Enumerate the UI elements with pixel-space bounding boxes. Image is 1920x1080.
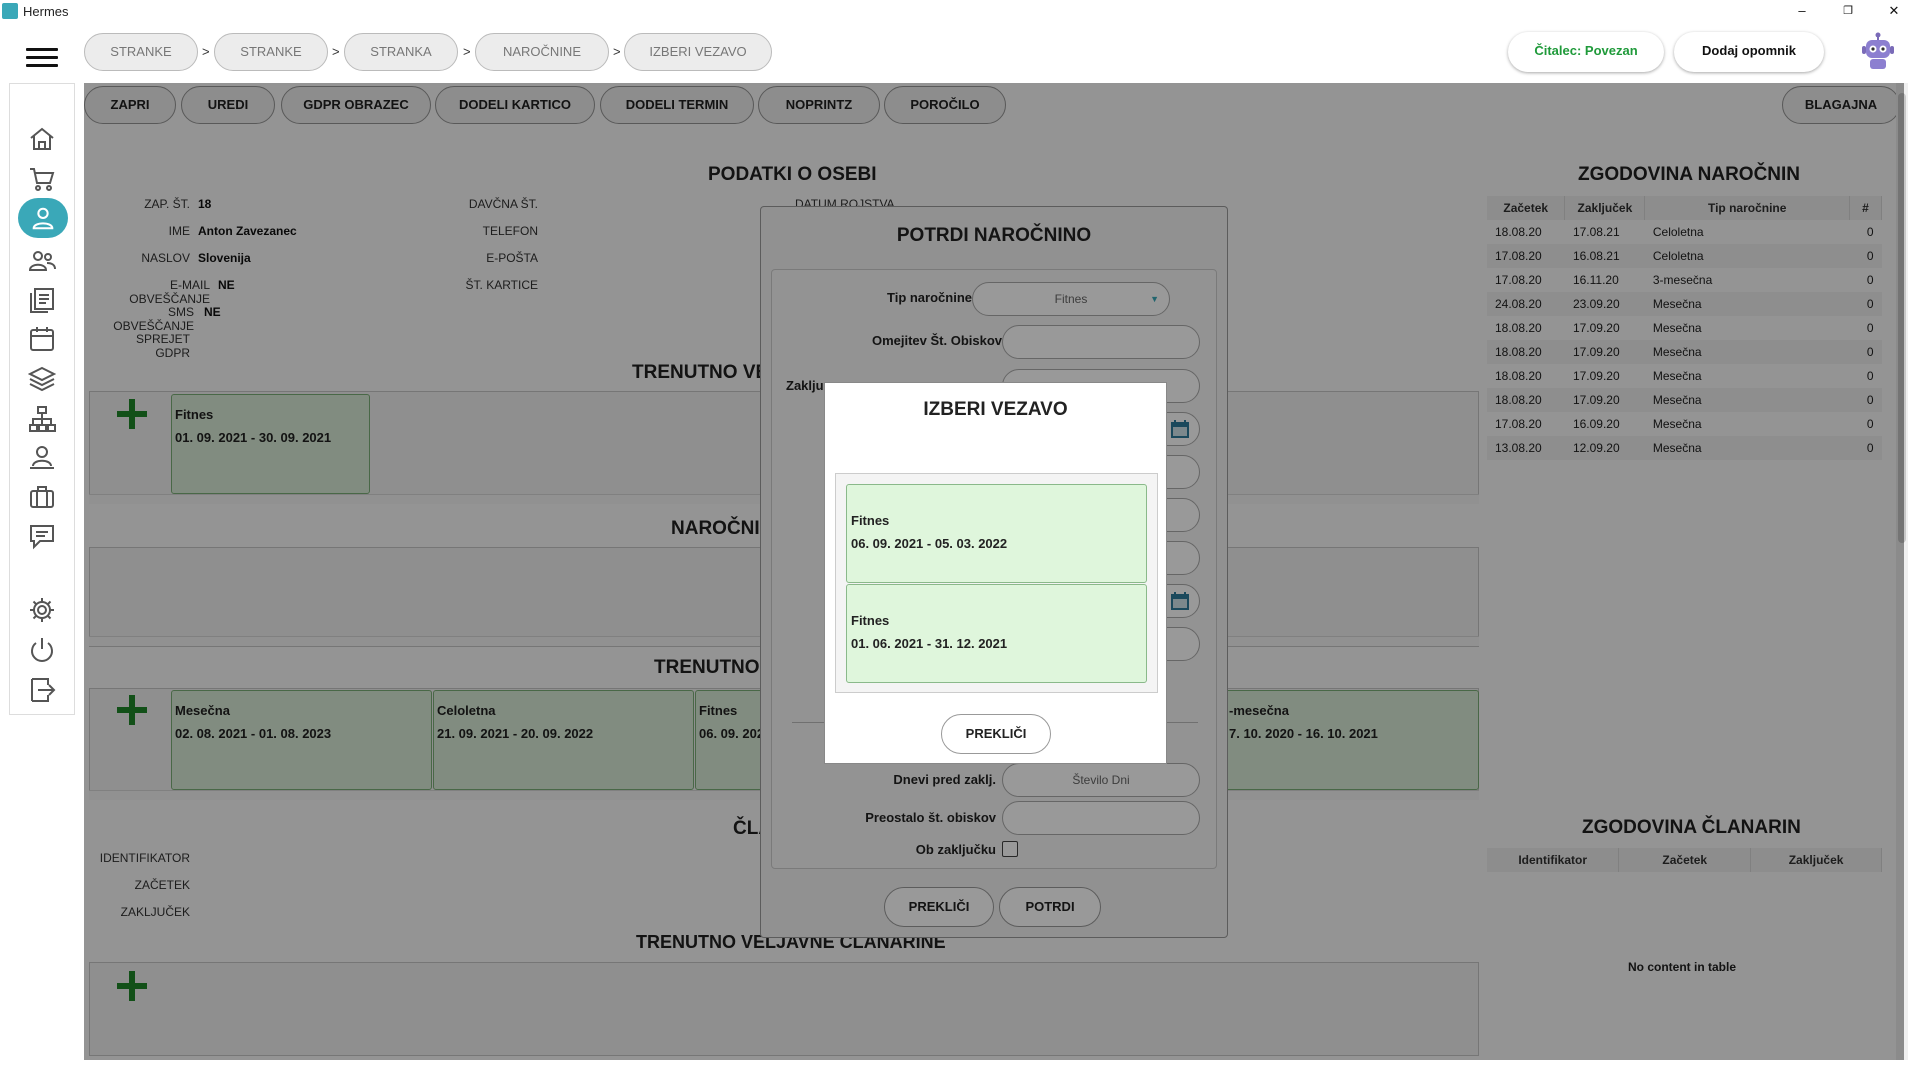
binding-option[interactable]: Fitnes 01. 06. 2021 - 31. 12. 2021 <box>846 584 1147 683</box>
sidebar <box>9 83 75 715</box>
person-icon[interactable] <box>18 198 68 238</box>
breadcrumb-separator: > <box>332 44 340 59</box>
binding-name: Fitnes <box>851 513 890 528</box>
breadcrumb-item-current[interactable]: IZBERI VEZAVO <box>624 33 772 71</box>
breadcrumb-item[interactable]: STRANKE <box>84 33 198 71</box>
restore-button[interactable]: ❐ <box>1825 0 1871 22</box>
robot-avatar-icon[interactable] <box>1860 32 1896 72</box>
binding-range: 06. 09. 2021 - 05. 03. 2022 <box>851 536 1008 551</box>
breadcrumb-item[interactable]: STRANKA <box>344 33 458 71</box>
app-logo-icon <box>2 3 18 19</box>
add-reminder-button[interactable]: Dodaj opomnik <box>1674 32 1824 72</box>
breadcrumb-separator: > <box>613 44 621 59</box>
network-icon[interactable] <box>27 404 57 434</box>
power-icon[interactable] <box>27 635 57 665</box>
cancel-binding-button[interactable]: PREKLIČI <box>941 714 1051 754</box>
gear-icon[interactable] <box>27 595 57 625</box>
binding-range: 01. 06. 2021 - 31. 12. 2021 <box>851 636 1008 651</box>
breadcrumb-item[interactable]: NAROČNINE <box>475 33 609 71</box>
window-title: Hermes <box>23 4 69 19</box>
user-desk-icon[interactable] <box>27 443 57 473</box>
minimize-button[interactable]: – <box>1779 0 1825 22</box>
window-titlebar: Hermes – ❐ ✕ <box>0 0 1920 22</box>
chat-icon[interactable] <box>27 521 57 551</box>
briefcase-icon[interactable] <box>27 482 57 512</box>
breadcrumb-separator: > <box>202 44 210 59</box>
binding-list: Fitnes 06. 09. 2021 - 05. 03. 2022 Fitne… <box>835 473 1158 693</box>
breadcrumb-separator: > <box>463 44 471 59</box>
menu-icon[interactable] <box>26 48 58 68</box>
select-binding-dialog: IZBERI VEZAVO Fitnes 06. 09. 2021 - 05. … <box>824 382 1167 764</box>
binding-option[interactable]: Fitnes 06. 09. 2021 - 05. 03. 2022 <box>846 484 1147 583</box>
calendar-icon[interactable] <box>27 324 57 354</box>
layers-icon[interactable] <box>27 364 57 394</box>
logout-icon[interactable] <box>27 675 57 705</box>
people-icon[interactable] <box>27 246 57 276</box>
breadcrumb-item[interactable]: STRANKE <box>214 33 328 71</box>
close-button[interactable]: ✕ <box>1871 0 1917 22</box>
dialog-title: IZBERI VEZAVO <box>923 399 1068 420</box>
home-icon[interactable] <box>27 124 57 154</box>
reader-status-button[interactable]: Čitalec: Povezan <box>1508 32 1664 72</box>
documents-icon[interactable] <box>27 285 57 315</box>
cart-icon[interactable] <box>27 164 57 194</box>
binding-name: Fitnes <box>851 613 890 628</box>
